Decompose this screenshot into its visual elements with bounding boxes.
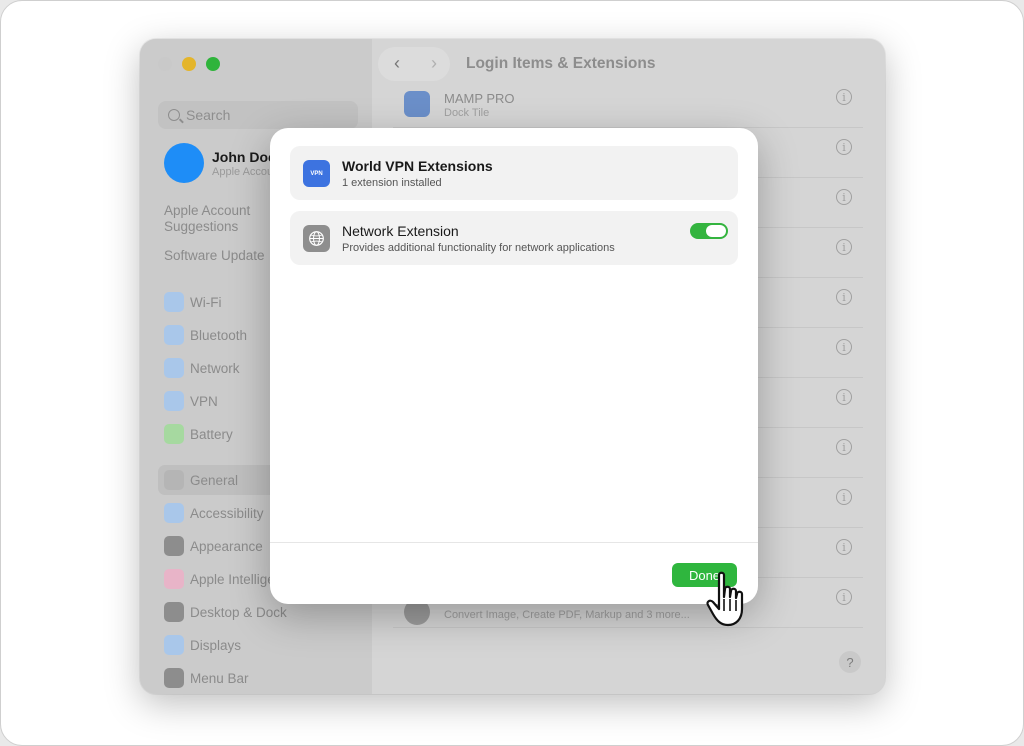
page-title: Login Items & Extensions (466, 55, 656, 72)
sidebar-item-appearance[interactable]: Appearance (164, 535, 263, 557)
sidebar-item-label: Appearance (190, 538, 263, 554)
sidebar-link-software-update[interactable]: Software Update (164, 248, 265, 263)
sidebar-item-vpn[interactable]: VPN (164, 390, 218, 412)
globe-icon (303, 225, 330, 252)
extension-app-title: World VPN Extensions (342, 158, 493, 174)
sidebar-item-label: Accessibility (190, 505, 264, 521)
sidebar-item-displays[interactable]: Displays (164, 634, 241, 656)
sidebar-link-suggestions[interactable]: Suggestions (164, 219, 238, 234)
sidebar-item-label: Battery (190, 426, 233, 442)
vpn-app-icon: VPN (303, 160, 330, 187)
sidebar-item-bluetooth[interactable]: Bluetooth (164, 324, 247, 346)
row-subtitle-preview: Convert Image, Create PDF, Markup and 3 … (444, 609, 690, 621)
sidebar-item-label: Desktop & Dock (190, 604, 287, 620)
extension-app-subtitle: 1 extension installed (342, 177, 442, 189)
vpn-globe-icon (164, 391, 184, 411)
forward-button[interactable]: › (424, 53, 444, 73)
sidebar-link-apple-account[interactable]: Apple Account (164, 203, 250, 218)
row-title-mamp-pro: MAMP PRO (444, 91, 515, 106)
gear-icon (164, 470, 184, 490)
sidebar-item-label: General (190, 472, 239, 488)
toggle-knob (706, 225, 726, 237)
appearance-icon (164, 536, 184, 556)
sidebar-item-menu-bar[interactable]: Menu Bar (164, 667, 249, 689)
user-name[interactable]: John Doe (212, 149, 276, 165)
info-icon[interactable]: i (836, 139, 852, 155)
network-extension-title: Network Extension (342, 223, 459, 239)
minimize-window-button[interactable] (182, 57, 196, 71)
search-placeholder: Search (186, 107, 231, 123)
globe-icon (164, 358, 184, 378)
network-extension-subtitle: Provides additional functionality for ne… (342, 242, 615, 254)
info-icon[interactable]: i (836, 439, 852, 455)
sidebar-item-battery[interactable]: Battery (164, 423, 233, 445)
info-icon[interactable]: i (836, 189, 852, 205)
info-icon[interactable]: i (836, 289, 852, 305)
modal-divider (270, 542, 758, 543)
sidebar-item-label: Displays (190, 637, 242, 653)
info-icon[interactable]: i (836, 89, 852, 105)
maximize-window-button[interactable] (206, 57, 220, 71)
battery-icon (164, 424, 184, 444)
row-subtitle-mamp-pro: Dock Tile (444, 107, 490, 119)
info-icon[interactable]: i (836, 489, 852, 505)
sidebar-item-network[interactable]: Network (164, 357, 240, 379)
search-icon (168, 109, 180, 121)
bluetooth-icon (164, 325, 184, 345)
network-extension-toggle[interactable] (690, 223, 728, 239)
sun-icon (164, 635, 184, 655)
info-icon[interactable]: i (836, 389, 852, 405)
info-icon[interactable]: i (836, 539, 852, 555)
info-icon[interactable]: i (836, 239, 852, 255)
extensions-sheet: VPN World VPN Extensions 1 extension ins… (270, 128, 758, 604)
hand-pointer-cursor-icon (706, 571, 744, 627)
sidebar-item-accessibility[interactable]: Accessibility (164, 502, 264, 524)
search-input[interactable]: Search (158, 101, 358, 129)
apple-intelligence-icon (164, 569, 184, 589)
sidebar-item-general[interactable]: General (164, 469, 238, 491)
avatar[interactable] (164, 143, 204, 183)
menubar-icon (164, 668, 184, 688)
sidebar-item-label: Bluetooth (190, 327, 248, 343)
sidebar-item-wi-fi[interactable]: Wi-Fi (164, 291, 221, 313)
info-icon[interactable]: i (836, 339, 852, 355)
network-extension-card: Network Extension Provides additional fu… (290, 211, 738, 265)
sidebar-item-label: Network (190, 360, 240, 376)
mamp-pro-icon (404, 91, 430, 117)
row-divider (393, 627, 863, 628)
close-window-button[interactable] (158, 57, 172, 71)
sidebar-item-desktop-dock[interactable]: Desktop & Dock (164, 601, 287, 623)
screenshot-frame: Search John Doe Apple Account Apple Acco… (0, 0, 1024, 746)
sidebar-item-label: VPN (190, 393, 218, 409)
help-button[interactable]: ? (839, 651, 861, 673)
sidebar-item-label: Wi-Fi (190, 294, 222, 310)
back-button[interactable]: ‹ (387, 53, 407, 73)
accessibility-icon (164, 503, 184, 523)
info-icon[interactable]: i (836, 589, 852, 605)
sidebar-item-label: Menu Bar (190, 670, 249, 686)
dock-icon (164, 602, 184, 622)
wifi-icon (164, 292, 184, 312)
extension-app-card: VPN World VPN Extensions 1 extension ins… (290, 146, 738, 200)
